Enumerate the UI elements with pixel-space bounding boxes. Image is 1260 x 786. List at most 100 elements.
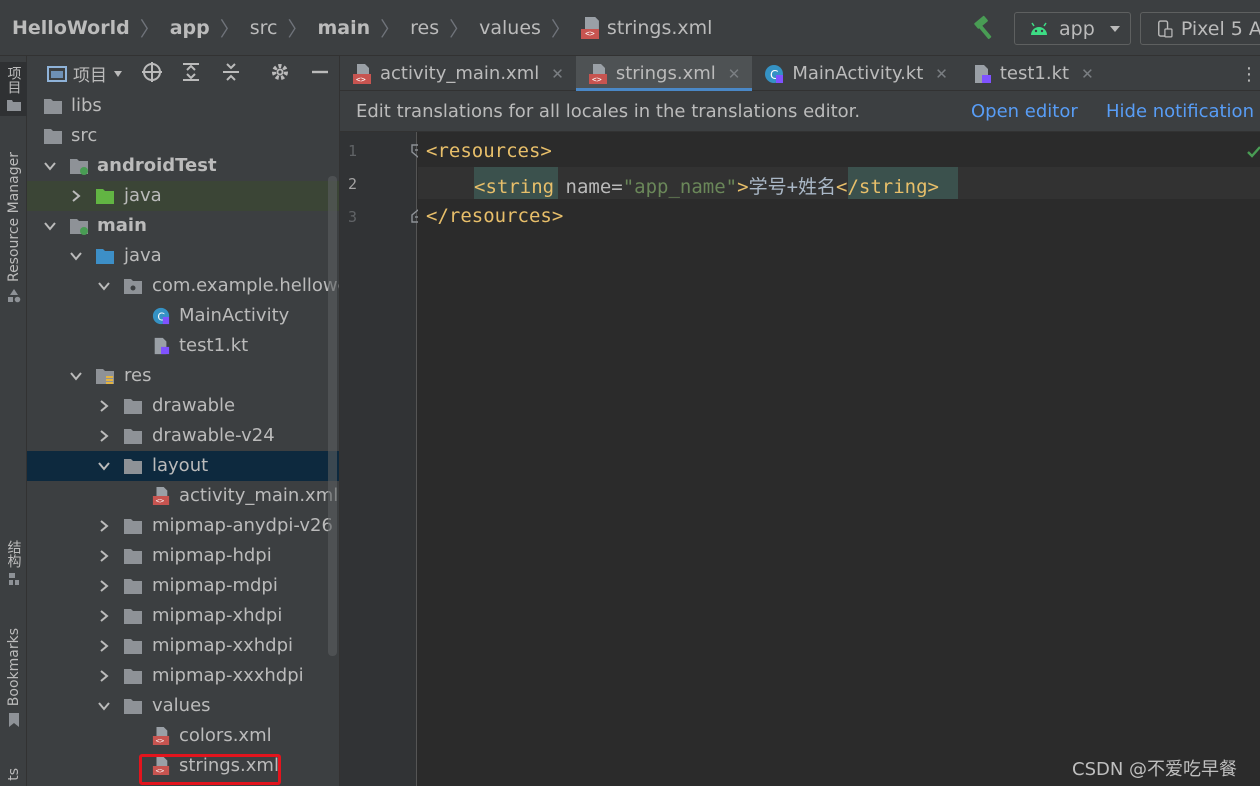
chevron-down-icon[interactable] xyxy=(97,699,111,713)
code-line-2: <string name="app_name">学号+姓名</string> xyxy=(474,172,939,199)
tab-strings-xml[interactable]: <> strings.xml ✕ xyxy=(575,56,753,91)
tree-row-drawable-v24[interactable]: drawable-v24 xyxy=(27,421,339,451)
tab-test1-kt[interactable]: test1.kt ✕ xyxy=(960,56,1106,91)
minimize-icon[interactable] xyxy=(309,61,331,83)
tree-row-src[interactable]: src xyxy=(27,121,339,151)
xml-tag: > xyxy=(737,176,749,198)
tab-label: test1.kt xyxy=(999,63,1070,84)
device-dropdown[interactable]: Pixel 5 API xyxy=(1140,12,1260,45)
project-scrollbar[interactable] xyxy=(328,176,337,656)
build-hammer-icon[interactable] xyxy=(972,15,998,41)
chevron-right-icon[interactable] xyxy=(97,519,111,533)
gear-icon[interactable] xyxy=(269,61,291,83)
tree-label: mipmap-anydpi-v26 xyxy=(152,515,333,536)
tree-row-mipmap-xxhdpi[interactable]: mipmap-xxhdpi xyxy=(27,631,339,661)
chevron-right-icon[interactable] xyxy=(97,669,111,683)
tree-row-mipmap-anydpi-v26[interactable]: mipmap-anydpi-v26 xyxy=(27,511,339,541)
tree-row-androidtest[interactable]: androidTest xyxy=(27,151,339,181)
tree-row-mipmap-xxxhdpi[interactable]: mipmap-xxxhdpi xyxy=(27,661,339,691)
breadcrumb-src[interactable]: src xyxy=(250,17,278,39)
breadcrumb-module[interactable]: app xyxy=(170,17,210,39)
breadcrumb-values[interactable]: values xyxy=(479,17,541,39)
chevron-down-icon[interactable] xyxy=(97,279,111,293)
hide-notification-link[interactable]: Hide notification xyxy=(1106,101,1254,122)
tree-row-values[interactable]: values xyxy=(27,691,339,721)
close-icon[interactable]: ✕ xyxy=(728,65,741,83)
code-editor[interactable]: <resources> <string name="app_name">学号+姓… xyxy=(418,132,1260,786)
breadcrumb-main[interactable]: main xyxy=(317,17,370,39)
chevron-down-icon[interactable] xyxy=(69,249,83,263)
run-configuration-dropdown[interactable]: app xyxy=(1014,12,1131,45)
chevron-right-icon[interactable] xyxy=(97,579,111,593)
breadcrumb-project[interactable]: HelloWorld xyxy=(12,17,130,39)
resource-manager-label: Resource Manager xyxy=(5,152,22,283)
tree-row-test1-kt[interactable]: test1.kt xyxy=(27,331,339,361)
folder-icon xyxy=(44,99,62,114)
chevron-down-icon[interactable] xyxy=(69,369,83,383)
chevron-down-icon[interactable] xyxy=(43,219,57,233)
tree-label: mipmap-xhdpi xyxy=(152,605,283,626)
breadcrumb-file-label: strings.xml xyxy=(606,16,713,39)
chevron-right-icon[interactable] xyxy=(97,429,111,443)
resources-folder-icon xyxy=(96,369,114,384)
chevron-right-icon[interactable] xyxy=(97,609,111,623)
tree-row-main[interactable]: main xyxy=(27,211,339,241)
code-line-1: <resources> xyxy=(426,140,552,162)
xml-file-icon: <> xyxy=(588,63,607,84)
project-tool-tab[interactable]: 项目 xyxy=(0,62,27,116)
tree-row-package[interactable]: com.example.hellowo xyxy=(27,271,340,301)
chevron-right-icon[interactable] xyxy=(97,639,111,653)
tree-row-mipmap-xhdpi[interactable]: mipmap-xhdpi xyxy=(27,601,339,631)
chevron-down-icon[interactable] xyxy=(97,459,111,473)
tree-row-libs[interactable]: libs xyxy=(27,91,339,121)
tree-label: libs xyxy=(71,95,102,116)
collapse-all-icon[interactable] xyxy=(220,61,242,83)
resource-manager-tab[interactable]: Resource Manager xyxy=(0,152,27,304)
package-icon xyxy=(124,279,142,294)
tree-row-res[interactable]: res xyxy=(27,361,339,391)
expand-all-icon[interactable] xyxy=(180,61,202,83)
tree-row-main-java[interactable]: java xyxy=(27,241,339,271)
bookmarks-tab[interactable]: Bookmarks xyxy=(0,628,27,728)
folder-icon xyxy=(124,609,142,624)
project-view-selector[interactable]: 项目 xyxy=(47,61,123,86)
tree-row-mainactivity[interactable]: C MainActivity xyxy=(27,301,339,331)
tree-row-colors-xml[interactable]: <> colors.xml xyxy=(27,721,339,751)
tree-row-androidtest-java[interactable]: java xyxy=(27,181,339,211)
folder-icon xyxy=(124,669,142,684)
tree-row-layout[interactable]: layout xyxy=(27,451,339,481)
chevron-right-icon[interactable] xyxy=(97,399,111,413)
chevron-right-icon[interactable] xyxy=(97,549,111,563)
close-icon[interactable]: ✕ xyxy=(551,65,564,83)
breadcrumb-file[interactable]: <> strings.xml xyxy=(580,16,713,39)
bottom-tool-tab[interactable]: ts xyxy=(0,768,27,781)
close-icon[interactable]: ✕ xyxy=(935,65,948,83)
tree-row-mipmap-hdpi[interactable]: mipmap-hdpi xyxy=(27,541,339,571)
tree-label: MainActivity xyxy=(179,305,290,326)
tree-row-mipmap-mdpi[interactable]: mipmap-mdpi xyxy=(27,571,339,601)
no-problems-check-icon[interactable] xyxy=(1246,144,1260,160)
line-number: 2 xyxy=(348,175,358,193)
tree-label: com.example.hellowo xyxy=(152,275,340,296)
tree-label: layout xyxy=(152,455,209,476)
tree-row-drawable[interactable]: drawable xyxy=(27,391,339,421)
structure-tool-tab-label: 结构 xyxy=(5,540,22,568)
chevron-right-icon[interactable] xyxy=(69,189,83,203)
project-panel: 项目 libs src androidTest java main java c… xyxy=(27,56,340,786)
breadcrumb-res[interactable]: res xyxy=(410,17,439,39)
chevron-down-icon[interactable] xyxy=(43,159,57,173)
tab-activity-main-xml[interactable]: <> activity_main.xml ✕ xyxy=(340,56,576,91)
folder-icon xyxy=(124,549,142,564)
tree-row-activity-main-xml[interactable]: <> activity_main.xml xyxy=(27,481,339,511)
open-editor-link[interactable]: Open editor xyxy=(971,101,1078,122)
tab-mainactivity-kt[interactable]: C MainActivity.kt ✕ xyxy=(752,56,960,91)
select-opened-file-icon[interactable] xyxy=(141,61,163,83)
svg-text:<>: <> xyxy=(356,75,366,84)
close-icon[interactable]: ✕ xyxy=(1081,65,1094,83)
tree-label: drawable-v24 xyxy=(152,425,275,446)
resource-manager-icon xyxy=(7,289,20,303)
translations-notification: Edit translations for all locales in the… xyxy=(340,91,1260,132)
structure-tool-tab[interactable]: 结构 xyxy=(0,540,27,586)
tree-label: java xyxy=(124,185,162,206)
more-tabs-icon[interactable]: ⋮ xyxy=(1240,64,1258,85)
